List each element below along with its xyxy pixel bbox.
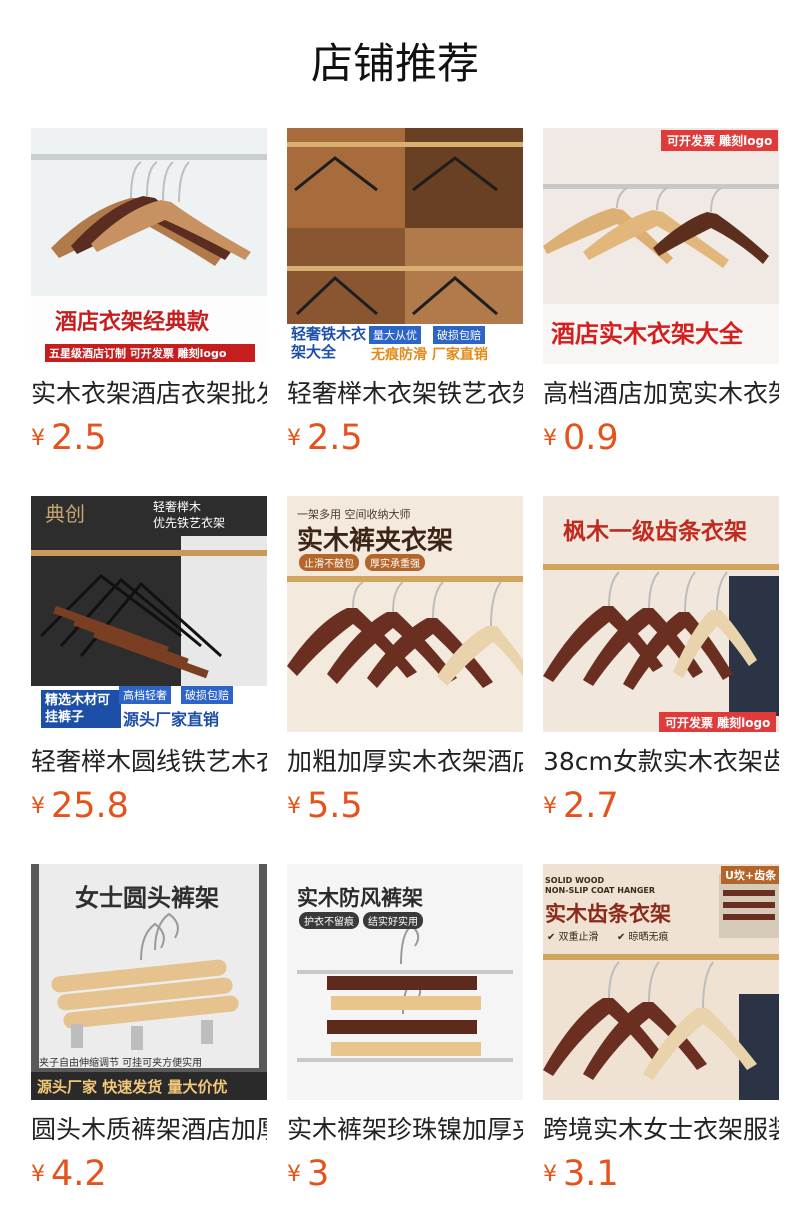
image-subcaption: 五星级酒店订制 可开发票 雕刻logo	[49, 347, 227, 360]
image-caption: 轻奢榉木	[153, 500, 202, 514]
currency-symbol: ¥	[543, 794, 557, 819]
product-image[interactable]: 女士圆头裤架 夹子自由伸缩调节 可挂可夹方便实用 源头厂家 快速发货 量大价优	[31, 864, 267, 1100]
product-name[interactable]: 实木衣架酒店衣架批发	[31, 377, 267, 411]
image-tag: 量大从优	[369, 326, 421, 344]
image-tag: 护衣不留痕	[299, 912, 359, 929]
price-value: 4.2	[51, 1154, 107, 1194]
image-subcaption: 无痕防滑 厂家直销	[371, 347, 488, 363]
image-caption: NON-SLIP COAT HANGER	[545, 886, 656, 895]
image-caption: 实木裤夹衣架	[297, 526, 454, 556]
product-card[interactable]: 实木防风裤架 护衣不留痕 结实好实用 实木裤架珍珠镍加厚夹子 ¥3	[287, 864, 523, 1232]
currency-symbol: ¥	[31, 794, 45, 819]
currency-symbol: ¥	[543, 1162, 557, 1187]
currency-symbol: ¥	[31, 426, 45, 451]
product-price: ¥5.5	[287, 786, 363, 826]
product-image[interactable]: SOLID WOOD NON-SLIP COAT HANGER 实木齿条衣架 ✔…	[543, 864, 779, 1100]
product-card[interactable]: 枫木一级齿条衣架 可开发票 雕刻logo 38cm女款实木衣架齿条 ¥2.7	[543, 496, 779, 864]
image-tag: 破损包赔	[433, 326, 485, 344]
product-image[interactable]: 酒店衣架经典款 五星级酒店订制 可开发票 雕刻logo	[31, 128, 267, 364]
image-caption: SOLID WOOD	[545, 876, 605, 885]
product-name[interactable]: 38cm女款实木衣架齿条	[543, 745, 779, 779]
image-caption: 酒店实木衣架大全	[551, 320, 743, 348]
product-card[interactable]: SOLID WOOD NON-SLIP COAT HANGER 实木齿条衣架 ✔…	[543, 864, 779, 1232]
image-subcaption: ✔ 晾晒无痕	[617, 932, 669, 943]
product-image[interactable]: 实木防风裤架 护衣不留痕 结实好实用	[287, 864, 523, 1100]
image-tag: 破损包赔	[181, 686, 233, 704]
product-price: ¥3.1	[543, 1154, 619, 1194]
image-caption: 轻奢铁木衣架大全	[291, 325, 367, 361]
product-price: ¥0.9	[543, 418, 619, 458]
image-caption: 枫木一级齿条衣架	[563, 519, 747, 545]
image-caption: 实木防风裤架	[297, 886, 423, 910]
price-value: 0.9	[563, 418, 619, 458]
price-value: 25.8	[51, 786, 129, 826]
price-value: 5.5	[307, 786, 363, 826]
price-value: 3.1	[563, 1154, 619, 1194]
image-subcaption: 源头厂家直销	[123, 710, 220, 729]
product-name[interactable]: 圆头木质裤架酒店加厚	[31, 1113, 267, 1147]
product-price: ¥25.8	[31, 786, 129, 826]
image-caption: 女士圆头裤架	[75, 884, 219, 912]
price-value: 2.5	[51, 418, 107, 458]
product-card[interactable]: 轻奢铁木衣架大全 量大从优 破损包赔 无痕防滑 厂家直销 轻奢榉木衣架铁艺衣架 …	[287, 128, 523, 496]
currency-symbol: ¥	[287, 426, 301, 451]
product-name[interactable]: 实木裤架珍珠镍加厚夹子	[287, 1113, 523, 1147]
price-value: 2.7	[563, 786, 619, 826]
image-subcaption: ✔ 双重止滑	[547, 932, 599, 943]
product-image[interactable]: 一架多用 空间收纳大师 实木裤夹衣架 止滑不鼓包 厚实承重强	[287, 496, 523, 732]
product-image[interactable]: 枫木一级齿条衣架 可开发票 雕刻logo	[543, 496, 779, 732]
price-value: 3	[307, 1154, 330, 1194]
currency-symbol: ¥	[31, 1162, 45, 1187]
image-caption: 酒店衣架经典款	[55, 310, 210, 335]
price-value: 2.5	[307, 418, 363, 458]
product-price: ¥4.2	[31, 1154, 107, 1194]
image-tag: 止滑不鼓包	[299, 554, 359, 571]
image-caption: 精选木材可挂裤子	[41, 690, 121, 728]
product-card[interactable]: 可开发票 雕刻logo 酒店实木衣架大全 高档酒店加宽实木衣架 ¥0.9	[543, 128, 779, 496]
product-card[interactable]: 酒店衣架经典款 五星级酒店订制 可开发票 雕刻logo 实木衣架酒店衣架批发 ¥…	[31, 128, 267, 496]
product-name[interactable]: 高档酒店加宽实木衣架	[543, 377, 779, 411]
currency-symbol: ¥	[287, 794, 301, 819]
brand-mark: 典创	[45, 502, 85, 526]
product-name[interactable]: 加粗加厚实木衣架酒店	[287, 745, 523, 779]
product-name[interactable]: 跨境实木女士衣架服装店	[543, 1113, 779, 1147]
image-tag: 可开发票 雕刻logo	[659, 712, 777, 732]
image-tag: 结实好实用	[363, 912, 423, 929]
image-tag: U坎+齿条	[721, 866, 779, 884]
currency-symbol: ¥	[543, 426, 557, 451]
image-subcaption: 夹子自由伸缩调节 可挂可夹方便实用	[39, 1058, 203, 1069]
product-price: ¥2.5	[31, 418, 107, 458]
image-caption: 实木齿条衣架	[545, 902, 671, 926]
image-tag: 可开发票 雕刻logo	[661, 130, 779, 151]
image-tag: 高档轻奢	[119, 686, 171, 704]
product-price: ¥3	[287, 1154, 329, 1194]
product-price: ¥2.7	[543, 786, 619, 826]
product-card[interactable]: 女士圆头裤架 夹子自由伸缩调节 可挂可夹方便实用 源头厂家 快速发货 量大价优 …	[31, 864, 267, 1232]
product-image[interactable]: 轻奢铁木衣架大全 量大从优 破损包赔 无痕防滑 厂家直销	[287, 128, 523, 364]
product-image[interactable]: 典创 轻奢榉木 优先铁艺衣架 精选木材可挂裤子 高档轻奢 破损包赔 源头厂家直销	[31, 496, 267, 732]
currency-symbol: ¥	[287, 1162, 301, 1187]
product-card[interactable]: 一架多用 空间收纳大师 实木裤夹衣架 止滑不鼓包 厚实承重强 加粗加厚实木衣架酒…	[287, 496, 523, 864]
image-caption: 优先铁艺衣架	[153, 516, 226, 530]
image-subcaption: 源头厂家 快速发货 量大价优	[37, 1078, 228, 1096]
image-tag: 厚实承重强	[365, 554, 425, 571]
product-image[interactable]: 可开发票 雕刻logo 酒店实木衣架大全	[543, 128, 779, 364]
product-price: ¥2.5	[287, 418, 363, 458]
page-title: 店铺推荐	[310, 39, 479, 88]
product-name[interactable]: 轻奢榉木衣架铁艺衣架	[287, 377, 523, 411]
product-card[interactable]: 典创 轻奢榉木 优先铁艺衣架 精选木材可挂裤子 高档轻奢 破损包赔 源头厂家直销…	[31, 496, 267, 864]
product-grid: 酒店衣架经典款 五星级酒店订制 可开发票 雕刻logo 实木衣架酒店衣架批发 ¥…	[31, 128, 790, 1232]
product-name[interactable]: 轻奢榉木圆线铁艺木衣架	[31, 745, 267, 779]
